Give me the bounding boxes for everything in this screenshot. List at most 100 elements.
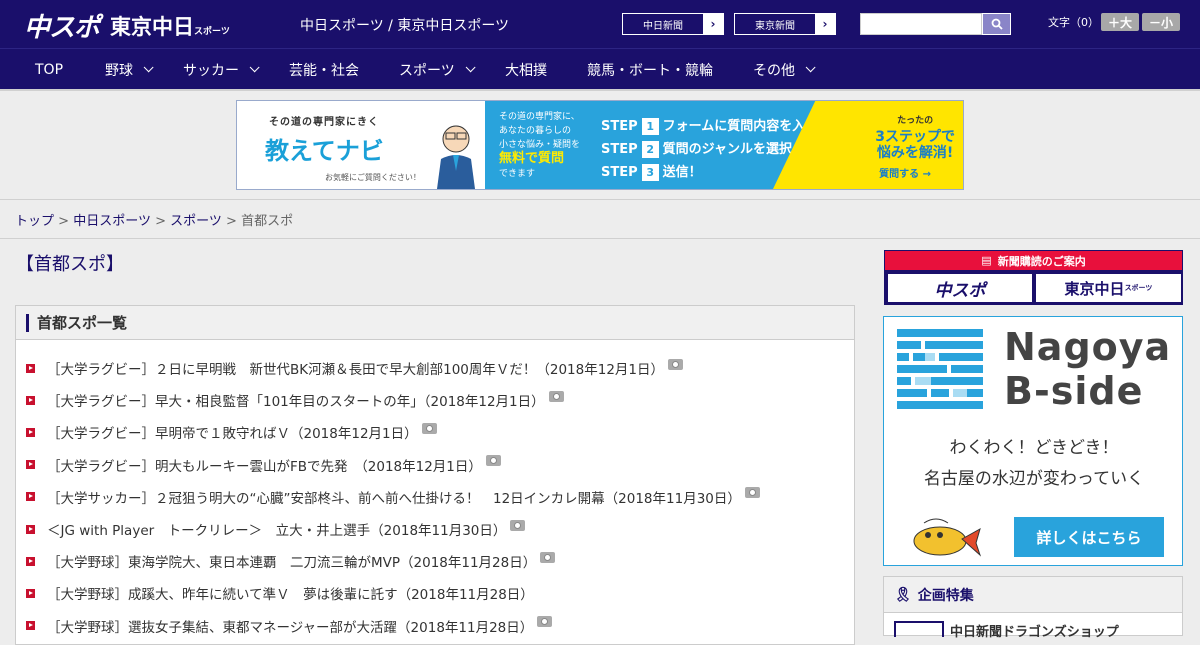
- article-list-item[interactable]: ［大学野球］東海学院大、東日本連覇 二刀流三輪がMVP（2018年11月28日）: [26, 545, 760, 577]
- search-input[interactable]: [860, 13, 982, 35]
- step-number: 3: [641, 164, 659, 181]
- article-list-item[interactable]: ［大学サッカー］２冠狙う明大の“心臓”安部柊斗、前へ前へ仕掛ける！ 12日インカ…: [26, 481, 760, 513]
- banner-mid-line: 小さな悩み・疑問を: [499, 140, 581, 150]
- bullet-arrow-icon: [26, 395, 35, 405]
- camera-icon: [485, 455, 501, 467]
- ad-tagline-line: 名古屋の水辺が変わっていく: [923, 469, 1145, 489]
- nav-label: 競馬・ボート・競輪: [587, 62, 713, 79]
- tokyo-logo-text: 東京中日: [110, 15, 194, 39]
- banner-right-small: たったの: [897, 116, 934, 126]
- breadcrumb-divider: [0, 238, 1200, 239]
- nav-other[interactable]: その他: [753, 49, 816, 90]
- banner-step: STEP 2 質問のジャンルを選択: [601, 138, 818, 161]
- banner-title: 教えてナビ: [265, 137, 384, 165]
- bullet-arrow-icon: [26, 492, 35, 502]
- feature-item-link[interactable]: 中日新聞ドラゴンズショップ: [950, 621, 1119, 640]
- tokyo-shimbun-label: 東京新聞: [755, 20, 795, 32]
- feature-title: 企画特集: [917, 587, 974, 604]
- banner-sub: その道の専門家にきく: [269, 117, 379, 128]
- nav-label: TOP: [35, 61, 64, 78]
- article-link-text[interactable]: ［大学ラグビー］２日に早明戦 新世代BK河瀬＆長田で早大創部100周年Ｖだ！（2…: [47, 358, 664, 378]
- camera-icon: [421, 422, 437, 434]
- search-button[interactable]: [982, 13, 1011, 35]
- subscribe-chuspo[interactable]: 中スポ: [888, 274, 1032, 302]
- camera-icon: [540, 551, 556, 563]
- chunichi-shimbun-label: 中日新聞: [643, 20, 683, 32]
- chevron-down-icon: [805, 62, 816, 73]
- banner-mid-line: できます: [499, 169, 536, 179]
- step-number: 2: [641, 141, 659, 158]
- bullet-arrow-icon: [26, 556, 35, 566]
- tokyo-shimbun-link[interactable]: 東京新聞 ›: [734, 13, 836, 35]
- ad-title-line: Nagoya: [1004, 325, 1172, 369]
- article-link-text[interactable]: ［大学ラグビー］早大・相良監督「101年目のスタートの年」（2018年12月1日…: [47, 390, 545, 410]
- nav-label: 大相撲: [505, 62, 547, 79]
- nav-baseball[interactable]: 野球: [105, 49, 154, 90]
- article-link-text[interactable]: ［大学ラグビー］早明帝で１敗守ればＶ（2018年12月1日）: [47, 422, 418, 442]
- camera-icon: [548, 390, 564, 402]
- feature-thumbnail[interactable]: [894, 621, 944, 637]
- article-list-item[interactable]: ［大学ラグビー］早大・相良監督「101年目のスタートの年」（2018年12月1日…: [26, 384, 760, 416]
- camera-icon: [668, 358, 684, 370]
- ad-details-button[interactable]: 詳しくはこちら: [1014, 517, 1164, 557]
- article-list-item[interactable]: ［大学ラグビー］明大もルーキー雲山がFBで先発 （2018年12月1日）: [26, 449, 760, 481]
- article-link-text[interactable]: ＜JG with Player トークリレー＞ 立大・井上選手（2018年11月…: [47, 519, 506, 539]
- article-link-text[interactable]: ［大学野球］成蹊大、昨年に続いて準Ｖ 夢は後輩に託す（2018年11月28日）: [47, 583, 534, 603]
- chevron-down-icon: [143, 62, 154, 73]
- article-list-title: 首都スポ一覧: [37, 314, 128, 332]
- subscribe-tokyo-chunichi[interactable]: 東京中日 スポーツ: [1036, 274, 1181, 302]
- breadcrumb-top[interactable]: トップ: [15, 214, 54, 229]
- step-text: 質問のジャンルを選択: [662, 142, 792, 157]
- chevron-down-icon: [249, 62, 260, 73]
- nav-label: その他: [753, 62, 795, 79]
- step-number: 1: [641, 118, 659, 135]
- nav-top[interactable]: TOP: [35, 49, 63, 90]
- bullet-arrow-icon: [26, 363, 35, 373]
- article-list-item[interactable]: ［大学野球］成蹊大、昨年に続いて準Ｖ 夢は後輩に託す（2018年11月28日）: [26, 577, 760, 609]
- nav-label: スポーツ: [399, 62, 455, 79]
- oshiete-navi-banner[interactable]: その道の専門家にきく 教えてナビ お気軽にご質問ください！ その道の専門家に、 …: [236, 100, 964, 190]
- article-list-item[interactable]: ＜JG with Player トークリレー＞ 立大・井上選手（2018年11月…: [26, 513, 760, 545]
- article-link-text[interactable]: ［大学ラグビー］明大もルーキー雲山がFBで先発 （2018年12月1日）: [47, 455, 482, 475]
- breadcrumb-sep: >: [226, 214, 237, 229]
- brick-wall-icon: [897, 329, 983, 409]
- nav-sumo[interactable]: 大相撲: [505, 49, 547, 90]
- article-list-item[interactable]: ［大学ラグビー］早明帝で１敗守ればＶ（2018年12月1日）: [26, 416, 760, 448]
- banner-question-button[interactable]: 質問する →: [879, 165, 931, 180]
- bullet-arrow-icon: [26, 588, 35, 598]
- ad-title: Nagoya B-side: [1004, 325, 1171, 413]
- tokyo-chunichi-logo[interactable]: 東京中日スポーツ: [110, 11, 230, 41]
- article-list-box: 首都スポ一覧 ［大学ラグビー］２日に早明戦 新世代BK河瀬＆長田で早大創部100…: [15, 305, 855, 645]
- chunichi-shimbun-link[interactable]: 中日新聞 ›: [622, 13, 724, 35]
- banner-right-big2: 悩みを解消!: [876, 145, 954, 161]
- subscribe-tokyo-text: 東京中日: [1064, 279, 1125, 298]
- camera-icon: [537, 616, 553, 628]
- breadcrumb-chunichi-sports[interactable]: 中日スポーツ: [73, 214, 151, 229]
- banner-left: その道の専門家にきく 教えてナビ お気軽にご質問ください！: [237, 101, 485, 189]
- ad-tagline: わくわく！どきどき！ 名古屋の水辺が変わっていく: [884, 433, 1182, 495]
- article-list-item[interactable]: ［大学野球］選抜女子集結、東都マネージャー部が大活躍（2018年11月28日）: [26, 610, 760, 642]
- nav-label: 芸能・社会: [289, 62, 359, 79]
- fried-shrimp-mascot-icon: [913, 518, 982, 557]
- article-list-header: 首都スポ一覧: [16, 306, 854, 340]
- feature-header: 🎗 企画特集: [884, 577, 1182, 613]
- nav-racing[interactable]: 競馬・ボート・競輪: [587, 49, 713, 90]
- nagoya-bside-ad[interactable]: Nagoya B-side わくわく！どきどき！ 名古屋の水辺が変わっていく 詳…: [883, 316, 1183, 566]
- nav-sports[interactable]: スポーツ: [399, 49, 476, 90]
- article-link-text[interactable]: ［大学野球］東海学院大、東日本連覇 二刀流三輪がMVP（2018年11月28日）: [47, 551, 536, 571]
- article-link-text[interactable]: ［大学サッカー］２冠狙う明大の“心臓”安部柊斗、前へ前へ仕掛ける！ 12日インカ…: [47, 487, 741, 507]
- banner-mid-highlight: 無料で質問: [499, 151, 565, 166]
- ribbon-icon: 🎗: [894, 586, 912, 603]
- nav-entertainment[interactable]: 芸能・社会: [289, 49, 359, 90]
- font-bigger-button[interactable]: ＋大: [1101, 13, 1139, 31]
- camera-icon: [744, 487, 760, 499]
- banner-small: お気軽にご質問ください！: [325, 173, 421, 182]
- breadcrumb-sep: >: [155, 214, 166, 229]
- article-link-text[interactable]: ［大学野球］選抜女子集結、東都マネージャー部が大活躍（2018年11月28日）: [47, 616, 533, 636]
- step-text: 送信！: [662, 165, 702, 180]
- font-smaller-button[interactable]: －小: [1142, 13, 1180, 31]
- article-list-item[interactable]: ［大学ラグビー］２日に早明戦 新世代BK河瀬＆長田で早大創部100周年Ｖだ！（2…: [26, 352, 760, 384]
- breadcrumb-sports[interactable]: スポーツ: [170, 214, 222, 229]
- nav-soccer[interactable]: サッカー: [183, 49, 260, 90]
- chuspo-logo[interactable]: 中スポ: [24, 7, 100, 44]
